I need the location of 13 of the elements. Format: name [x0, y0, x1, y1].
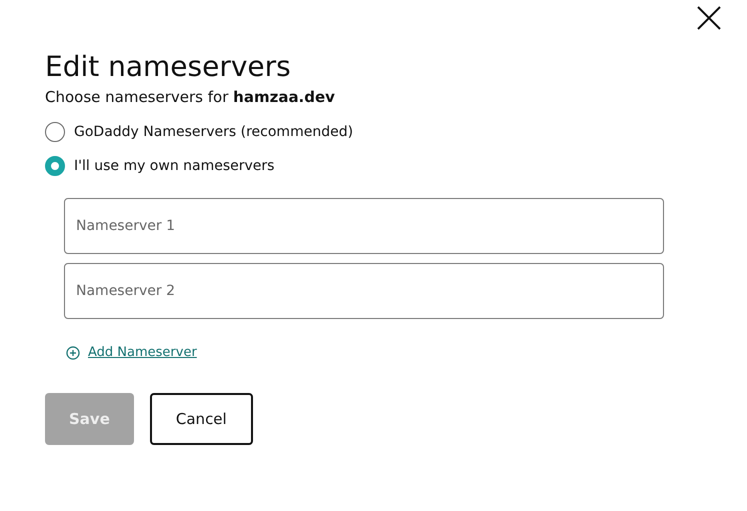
add-nameserver-link[interactable]: Add Nameserver: [88, 345, 197, 360]
cancel-button[interactable]: Cancel: [150, 393, 253, 445]
dialog-subtitle: Choose nameservers for hamzaa.dev: [45, 88, 336, 106]
plus-circle-icon[interactable]: [66, 346, 80, 360]
radio-button[interactable]: [45, 156, 65, 176]
radio-label[interactable]: GoDaddy Nameservers (recommended): [74, 124, 354, 140]
radio-button[interactable]: [45, 122, 65, 142]
nameserver-field[interactable]: Nameserver 1: [64, 198, 664, 254]
close-icon: [697, 6, 721, 30]
nameserver-field[interactable]: Nameserver 2: [64, 263, 664, 319]
dialog-title: Edit nameservers: [45, 50, 292, 84]
close-button[interactable]: [697, 6, 721, 30]
radio-label[interactable]: I'll use my own nameservers: [74, 158, 274, 174]
